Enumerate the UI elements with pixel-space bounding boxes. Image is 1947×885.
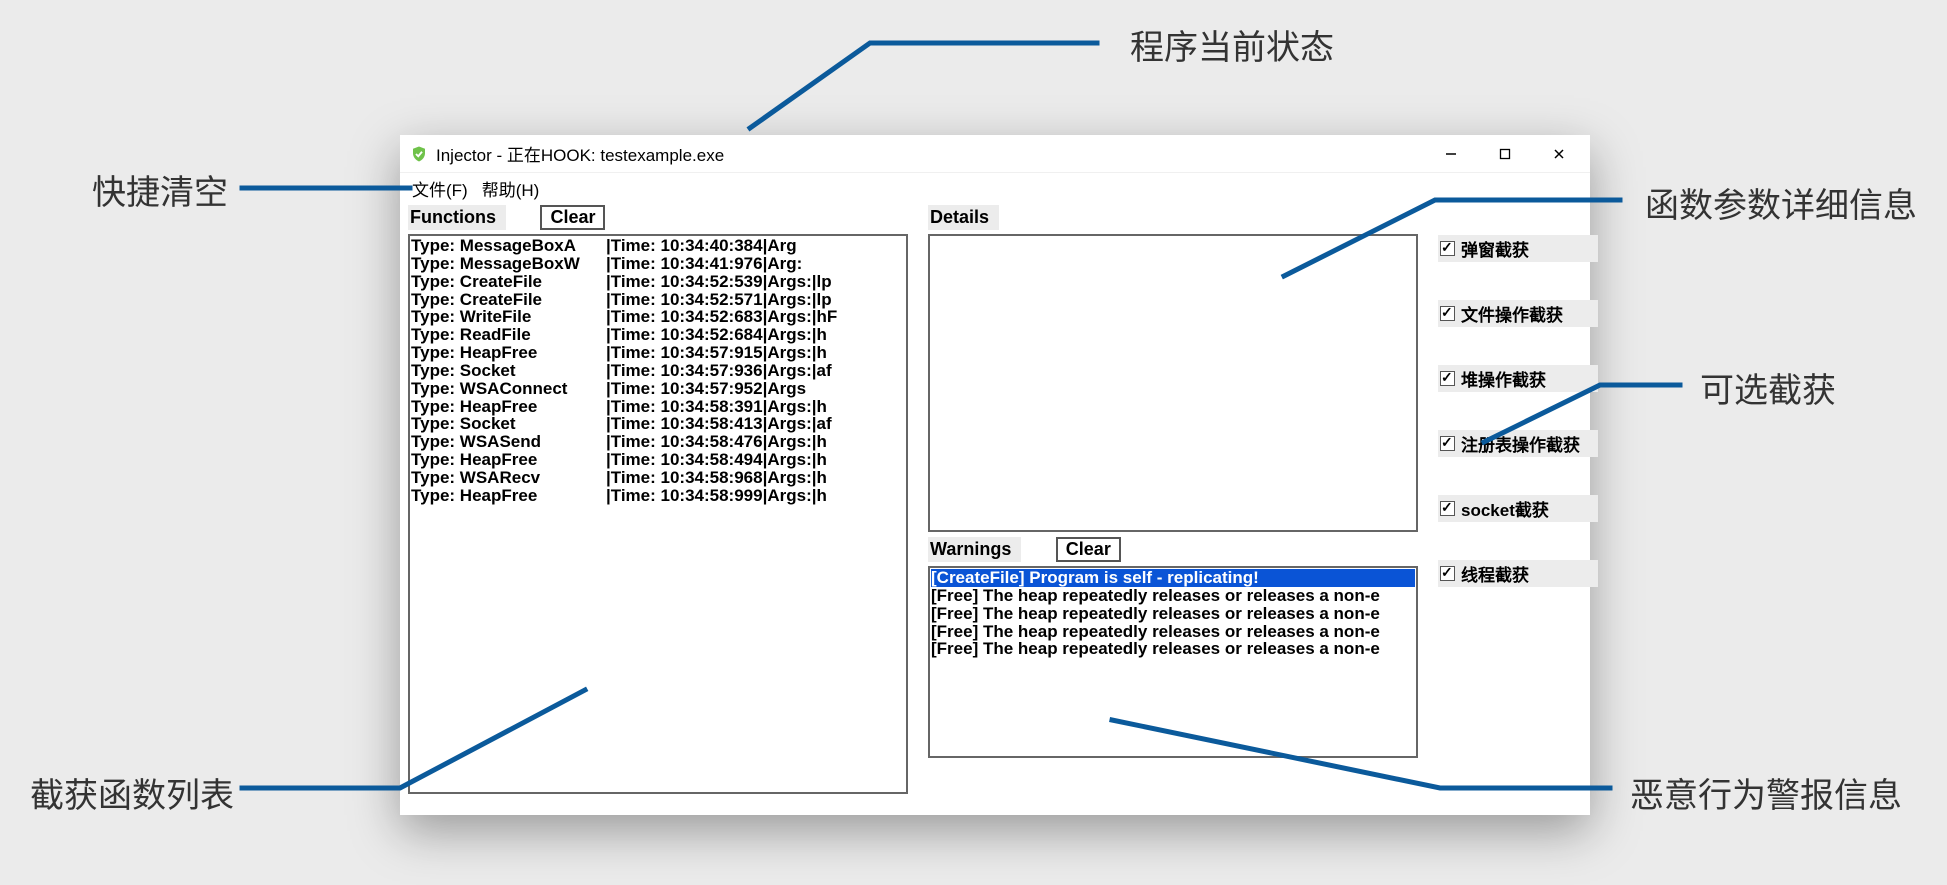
- details-box[interactable]: [928, 234, 1418, 532]
- function-row[interactable]: Type: Socket|Time: 10:34:58:413|Args:|af: [411, 415, 905, 433]
- functions-list[interactable]: Type: MessageBoxA|Time: 10:34:40:384|Arg…: [408, 234, 908, 794]
- anno-details: 函数参数详细信息: [1645, 178, 1917, 227]
- checkbox-icon[interactable]: [1440, 371, 1455, 386]
- anno-funclist: 截获函数列表: [30, 768, 234, 817]
- warning-row[interactable]: [Free] The heap repeatedly releases or r…: [931, 587, 1415, 605]
- function-row[interactable]: Type: MessageBoxW|Time: 10:34:41:976|Arg…: [411, 255, 905, 273]
- window-title: Injector - 正在HOOK: testexample.exe: [436, 141, 724, 166]
- functions-label: Functions: [408, 205, 506, 230]
- checkbox-icon[interactable]: [1440, 306, 1455, 321]
- anno-warnings: 恶意行为警报信息: [1630, 768, 1902, 817]
- capture-option[interactable]: 堆操作截获: [1438, 365, 1598, 392]
- function-row[interactable]: Type: WSAConnect|Time: 10:34:57:952|Args: [411, 380, 905, 398]
- capture-option-label: socket截获: [1461, 496, 1549, 521]
- anno-status: 程序当前状态: [1130, 20, 1334, 69]
- capture-option-label: 文件操作截获: [1461, 301, 1563, 326]
- capture-options: 弹窗截获文件操作截获堆操作截获注册表操作截获 socket截获线程截获: [1438, 235, 1598, 625]
- function-row[interactable]: Type: CreateFile|Time: 10:34:52:539|Args…: [411, 273, 905, 291]
- minimize-button[interactable]: [1424, 136, 1478, 172]
- shield-icon: [410, 145, 428, 163]
- checkbox-icon[interactable]: [1440, 241, 1455, 256]
- function-row[interactable]: Type: ReadFile|Time: 10:34:52:684|Args:|…: [411, 326, 905, 344]
- menu-help[interactable]: 帮助(H): [476, 175, 546, 202]
- warning-row[interactable]: [Free] The heap repeatedly releases or r…: [931, 640, 1415, 658]
- function-row[interactable]: Type: HeapFree|Time: 10:34:58:391|Args:|…: [411, 398, 905, 416]
- function-row[interactable]: Type: Socket|Time: 10:34:57:936|Args:|af: [411, 362, 905, 380]
- function-row[interactable]: Type: HeapFree|Time: 10:34:58:999|Args:|…: [411, 487, 905, 505]
- capture-option-label: 弹窗截获: [1461, 236, 1529, 261]
- checkbox-icon[interactable]: [1440, 436, 1455, 451]
- anno-options: 可选截获: [1700, 363, 1836, 412]
- function-row[interactable]: Type: MessageBoxA|Time: 10:34:40:384|Arg: [411, 237, 905, 255]
- titlebar[interactable]: Injector - 正在HOOK: testexample.exe: [400, 135, 1590, 173]
- warning-row[interactable]: [Free] The heap repeatedly releases or r…: [931, 605, 1415, 623]
- capture-option[interactable]: 文件操作截获: [1438, 300, 1598, 327]
- capture-option-label: 线程截获: [1461, 561, 1529, 586]
- warnings-list[interactable]: [CreateFile] Program is self - replicati…: [928, 566, 1418, 758]
- function-row[interactable]: Type: HeapFree|Time: 10:34:58:494|Args:|…: [411, 451, 905, 469]
- functions-clear-button[interactable]: Clear: [540, 205, 605, 230]
- app-window: Injector - 正在HOOK: testexample.exe 文件(F)…: [400, 135, 1590, 815]
- function-row[interactable]: Type: HeapFree|Time: 10:34:57:915|Args:|…: [411, 344, 905, 362]
- close-button[interactable]: [1532, 136, 1586, 172]
- capture-option-label: 堆操作截获: [1461, 366, 1546, 391]
- capture-option[interactable]: 线程截获: [1438, 560, 1598, 587]
- function-row[interactable]: Type: WSASend|Time: 10:34:58:476|Args:|h: [411, 433, 905, 451]
- details-label: Details: [928, 205, 999, 230]
- warnings-clear-button[interactable]: Clear: [1056, 537, 1121, 562]
- capture-option[interactable]: 注册表操作截获: [1438, 430, 1598, 457]
- function-row[interactable]: Type: WSARecv|Time: 10:34:58:968|Args:|h: [411, 469, 905, 487]
- warning-row[interactable]: [Free] The heap repeatedly releases or r…: [931, 623, 1415, 641]
- checkbox-icon[interactable]: [1440, 566, 1455, 581]
- warning-row[interactable]: [CreateFile] Program is self - replicati…: [931, 569, 1415, 587]
- maximize-button[interactable]: [1478, 136, 1532, 172]
- capture-option[interactable]: socket截获: [1438, 495, 1598, 522]
- warnings-label: Warnings: [928, 537, 1021, 562]
- checkbox-icon[interactable]: [1440, 501, 1455, 516]
- capture-option-label: 注册表操作截获: [1461, 431, 1580, 456]
- function-row[interactable]: Type: CreateFile|Time: 10:34:52:571|Args…: [411, 291, 905, 309]
- capture-option[interactable]: 弹窗截获: [1438, 235, 1598, 262]
- menubar: 文件(F) 帮助(H): [400, 173, 1590, 206]
- function-row[interactable]: Type: WriteFile|Time: 10:34:52:683|Args:…: [411, 308, 905, 326]
- menu-file[interactable]: 文件(F): [406, 175, 474, 202]
- anno-clear: 快捷清空: [92, 165, 228, 214]
